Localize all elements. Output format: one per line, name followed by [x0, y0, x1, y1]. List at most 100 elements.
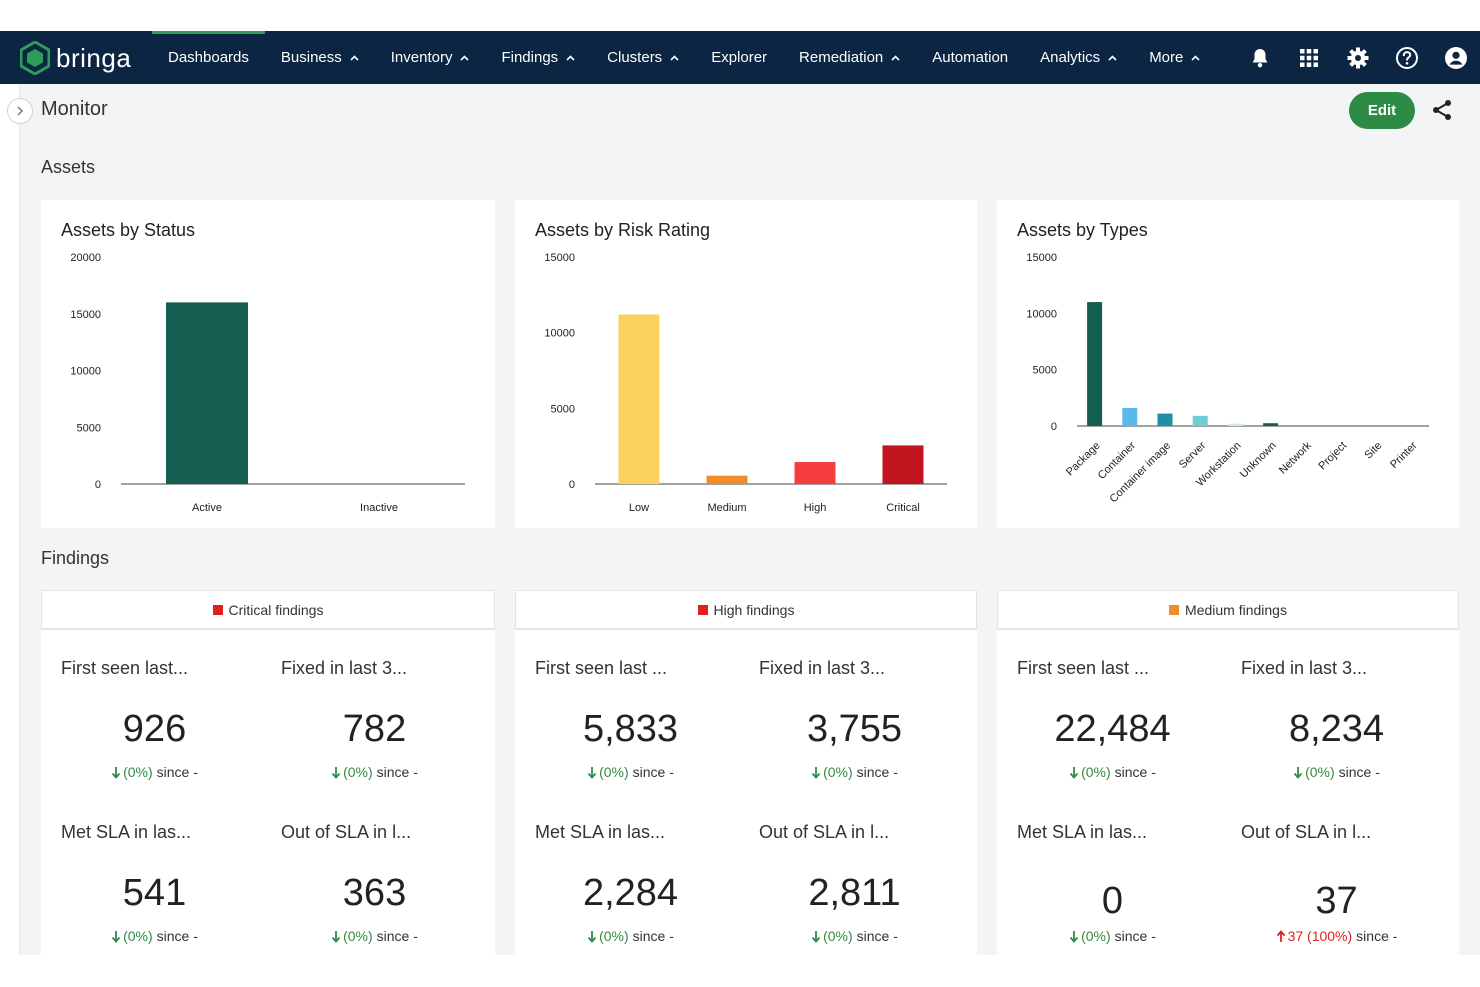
metric-change-since: since - — [632, 928, 674, 944]
metric-change: (0%) since - — [261, 764, 488, 780]
metric-value: 3,755 — [806, 708, 903, 750]
brand-logo[interactable]: bringa — [20, 41, 131, 75]
metric-tile[interactable]: Fixed in last 3... 8,234 (0%) since - — [1221, 640, 1452, 800]
metric-change: 37 (100%) since - — [1221, 928, 1452, 944]
edit-button[interactable]: Edit — [1349, 92, 1415, 129]
bar-unknown — [1263, 423, 1279, 426]
y-tick-label: 20000 — [70, 252, 101, 264]
metric-change: (0%) since - — [997, 764, 1228, 780]
metric-tile[interactable]: Fixed in last 3... 782 (0%) since - — [261, 640, 488, 800]
findings-panel-header: High findings — [515, 590, 977, 630]
page-title: Monitor — [41, 98, 108, 120]
metric-change: (0%) since - — [739, 764, 970, 780]
metric-tile[interactable]: Out of SLA in l... 37 37 (100%) since - — [1221, 804, 1452, 955]
metric-label: First seen last... — [61, 658, 189, 678]
metric-change: (0%) since - — [41, 764, 268, 780]
metric-change-value: (0%) — [599, 928, 629, 944]
x-tick-label: Project — [1316, 440, 1349, 473]
nav-item-findings[interactable]: Findings — [485, 31, 591, 84]
nav-item-label: Analytics — [1040, 49, 1101, 66]
metric-change: (0%) since - — [515, 764, 746, 780]
metric-tile[interactable]: First seen last ... 5,833 (0%) since - — [515, 640, 746, 800]
metric-change: (0%) since - — [1221, 764, 1452, 780]
chevron-right-icon — [17, 106, 24, 116]
metric-tile[interactable]: Out of SLA in l... 363 (0%) since - — [261, 804, 488, 955]
apps-grid-icon[interactable] — [1297, 46, 1321, 70]
x-tick-label: Active — [192, 502, 222, 514]
assets-by-risk-rating-card: 0 5000 10000 15000 Low Medium High Critical Ass… — [515, 200, 977, 528]
chevron-up-icon — [670, 54, 679, 61]
nav-item-dashboards[interactable]: Dashboards — [152, 31, 265, 84]
findings-section-title: Findings — [41, 548, 110, 568]
bar-high — [794, 462, 836, 484]
nav-item-remediation[interactable]: Remediation — [783, 31, 916, 84]
x-tick-label: Unknown — [1238, 440, 1279, 481]
y-tick-label: 15000 — [1026, 252, 1057, 264]
metric-label: Fixed in last 3... — [281, 658, 408, 678]
metric-change-since: since - — [376, 928, 418, 944]
metric-change-since: since - — [376, 764, 418, 780]
nav-item-more[interactable]: More — [1133, 31, 1216, 84]
user-account-icon[interactable] — [1444, 46, 1468, 70]
metric-label: Met SLA in las... — [1017, 822, 1148, 842]
metric-value: 782 — [342, 708, 407, 750]
metric-change-since: since - — [856, 764, 898, 780]
findings-panel-title: Critical findings — [228, 601, 324, 618]
bell-icon[interactable] — [1248, 46, 1272, 70]
arrow-down-icon — [1069, 931, 1079, 943]
top-navigation-bar: bringa Dashboards Business Inventory Findin… — [0, 31, 1480, 84]
metric-tile[interactable]: Met SLA in las... 0 (0%) since - — [997, 804, 1228, 955]
metric-change-value: (0%) — [123, 764, 153, 780]
chart-title: Assets by Risk Rating — [535, 220, 711, 240]
share-icon[interactable] — [1430, 98, 1454, 122]
nav-item-analytics[interactable]: Analytics — [1024, 31, 1133, 84]
sidebar-expand-button[interactable] — [7, 98, 33, 124]
chart-plot: 050001000015000PackageContainerContainer… — [1026, 252, 1429, 505]
y-tick-label: 10000 — [1026, 308, 1057, 320]
bar-medium — [706, 475, 748, 484]
nav-item-clusters[interactable]: Clusters — [591, 31, 695, 84]
arrow-up-icon — [1276, 930, 1285, 942]
bar-active — [166, 302, 248, 484]
arrow-down-icon — [111, 767, 121, 779]
nav-item-label: Automation — [932, 49, 1009, 66]
y-tick-label: 0 — [1051, 421, 1057, 433]
metric-tile[interactable]: Met SLA in las... 541 (0%) since - — [41, 804, 268, 955]
assets-by-status-card: 0 5000 10000 15000 20000 Active Inactive Asset… — [41, 200, 495, 528]
nav-item-label: Inventory — [390, 49, 453, 66]
arrow-down-icon — [587, 931, 597, 943]
metric-label: Fixed in last 3... — [759, 658, 886, 678]
metric-label: Met SLA in las... — [535, 822, 666, 842]
bar-low — [618, 314, 660, 484]
metric-change-since: since - — [156, 928, 198, 944]
chevron-up-icon — [350, 54, 359, 61]
metric-change-since: since - — [856, 928, 898, 944]
nav-item-automation[interactable]: Automation — [916, 31, 1024, 84]
metric-tile[interactable]: Met SLA in las... 2,284 (0%) since - — [515, 804, 746, 955]
y-tick-label: 0 — [569, 479, 575, 491]
metric-tile[interactable]: Out of SLA in l... 2,811 (0%) since - — [739, 804, 970, 955]
chart-plot: 0 5000 10000 15000 20000 Active Inactive — [70, 252, 465, 514]
help-icon[interactable] — [1395, 46, 1419, 70]
metric-tile[interactable]: First seen last ... 22,484 (0%) since - — [997, 640, 1228, 800]
x-tick-label: Low — [629, 502, 649, 514]
metric-value: 2,284 — [582, 872, 679, 914]
x-tick-label: Network — [1277, 439, 1314, 476]
nav-item-explorer[interactable]: Explorer — [695, 31, 783, 84]
nav-item-business[interactable]: Business — [265, 31, 375, 84]
settings-gear-icon[interactable] — [1346, 46, 1370, 70]
metric-tile[interactable]: Fixed in last 3... 3,755 (0%) since - — [739, 640, 970, 800]
metric-label: First seen last ... — [535, 658, 668, 678]
metric-change-value: (0%) — [823, 764, 853, 780]
metric-change-value: (0%) — [343, 928, 373, 944]
x-tick-label: Site — [1362, 440, 1384, 462]
findings-panel-critical: Critical findings First seen last... 926 (0… — [41, 590, 495, 955]
findings-panel-header: Critical findings — [41, 590, 495, 630]
chevron-up-icon — [1191, 54, 1200, 61]
y-tick-label: 5000 — [551, 403, 575, 415]
x-tick-label: Server — [1177, 439, 1209, 471]
nav-item-inventory[interactable]: Inventory — [375, 31, 486, 84]
metric-value: 2,811 — [808, 872, 901, 914]
metric-change: (0%) since - — [739, 928, 970, 944]
metric-tile[interactable]: First seen last... 926 (0%) since - — [41, 640, 268, 800]
